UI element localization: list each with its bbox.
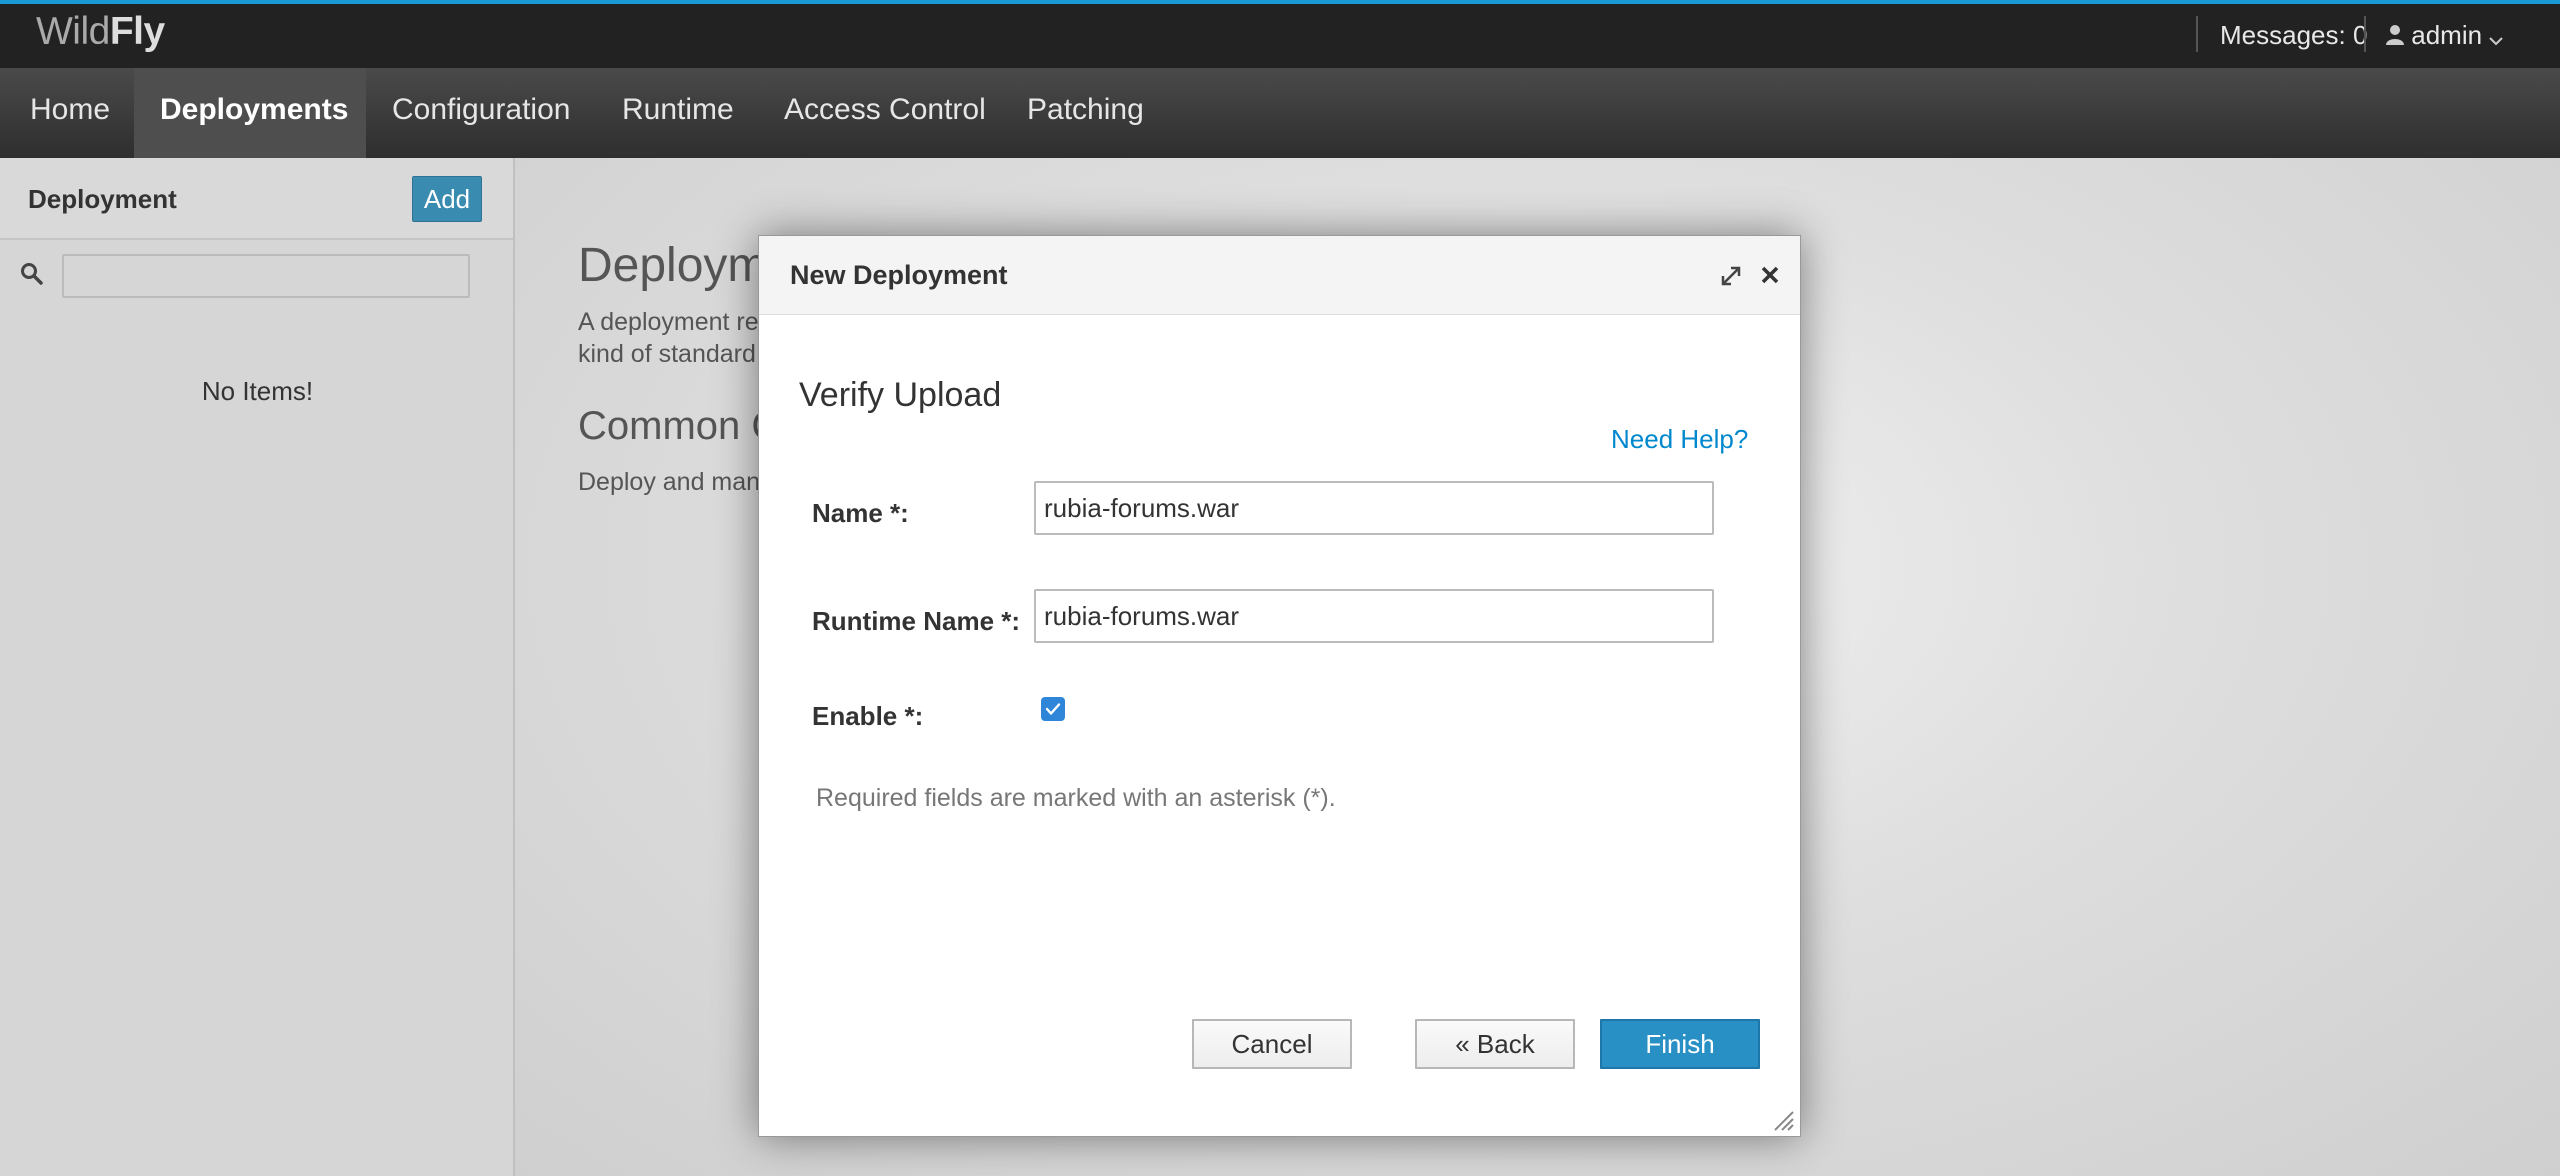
nav-deployments[interactable]: Deployments [134, 68, 366, 158]
close-icon[interactable] [1759, 264, 1781, 286]
deployment-sidebar: Deployment Add No Items! [0, 158, 515, 1176]
back-button[interactable]: « Back [1415, 1019, 1575, 1069]
header-divider [2196, 16, 2198, 52]
runtime-name-field[interactable]: rubia-forums.war [1034, 589, 1714, 643]
runtime-name-label: Runtime Name *: [812, 606, 1021, 636]
section-description: Deploy and man [578, 468, 761, 496]
page-title: Deploym [578, 239, 768, 292]
finish-button[interactable]: Finish [1600, 1019, 1760, 1069]
nav-access-control[interactable]: Access Control [758, 68, 1012, 158]
header-divider [2364, 16, 2366, 52]
name-label: Name *: [812, 498, 909, 528]
user-menu[interactable]: admin [2386, 20, 2504, 51]
enable-label: Enable *: [812, 701, 924, 731]
nav-configuration[interactable]: Configuration [366, 68, 596, 158]
need-help-link[interactable]: Need Help? [1611, 424, 1748, 455]
user-icon [2386, 25, 2404, 45]
step-title: Verify Upload [799, 376, 1002, 414]
nav-home[interactable]: Home [4, 68, 136, 158]
chevron-down-icon [2489, 37, 2504, 46]
nav-runtime[interactable]: Runtime [596, 68, 760, 158]
sidebar-title: Deployment [28, 184, 177, 214]
add-deployment-button[interactable]: Add [412, 176, 482, 222]
sidebar-header: Deployment Add [0, 158, 513, 240]
messages-link[interactable]: Messages: 0 [2220, 20, 2367, 51]
cancel-button[interactable]: Cancel [1192, 1019, 1352, 1069]
maximize-icon[interactable] [1719, 264, 1743, 288]
search-icon [21, 263, 43, 285]
main-nav: Home Deployments Configuration Runtime A… [0, 68, 2560, 159]
name-field[interactable]: rubia-forums.war [1034, 481, 1714, 535]
top-header: WildFly Messages: 0 admin [0, 0, 2560, 68]
empty-list-message: No Items! [201, 376, 314, 406]
enable-checkbox[interactable] [1041, 697, 1065, 721]
resize-handle-icon[interactable] [1771, 1108, 1795, 1132]
nav-patching[interactable]: Patching [1001, 68, 1170, 158]
checkmark-icon [1045, 703, 1061, 715]
page-description: A deployment re kind of standard [578, 308, 759, 368]
new-deployment-dialog: New Deployment Verify Upload Need Help? … [758, 235, 1801, 1137]
wildfly-logo[interactable]: WildFly [36, 10, 165, 54]
section-heading: Common C [578, 404, 781, 448]
required-fields-hint: Required fields are marked with an aster… [816, 784, 1336, 812]
dialog-header: New Deployment [759, 236, 1800, 315]
sidebar-search-input[interactable] [62, 254, 470, 298]
dialog-title: New Deployment [790, 260, 1008, 290]
user-name: admin [2411, 20, 2483, 50]
